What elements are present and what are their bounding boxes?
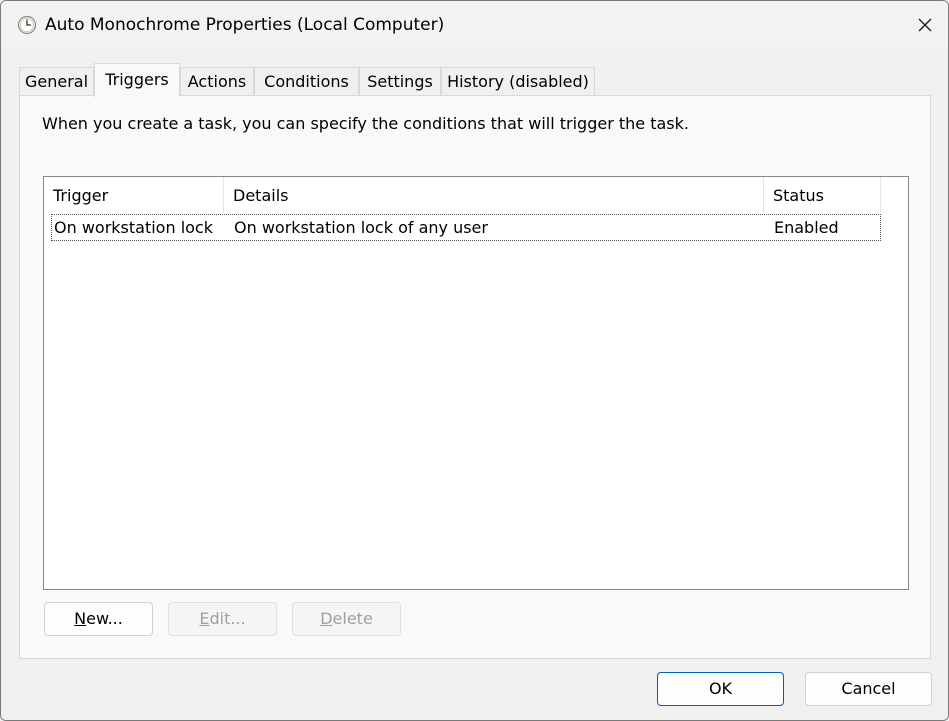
tab-triggers[interactable]: Triggers — [94, 63, 180, 97]
ok-button[interactable]: OK — [657, 672, 784, 706]
tab-history[interactable]: History (disabled) — [441, 67, 595, 96]
tab-conditions[interactable]: Conditions — [254, 67, 359, 96]
cell-trigger: On workstation lock — [54, 218, 213, 237]
column-header-status[interactable]: Status — [764, 177, 881, 213]
column-header-details[interactable]: Details — [224, 177, 764, 213]
dialog-footer: OK Cancel — [1, 660, 948, 720]
tab-general[interactable]: General — [19, 67, 94, 96]
cell-details: On workstation lock of any user — [234, 218, 488, 237]
triggers-panel: When you create a task, you can specify … — [19, 95, 931, 659]
new-label: ew... — [86, 609, 123, 628]
delete-label: elete — [332, 609, 373, 628]
window-title: Auto Monochrome Properties (Local Comput… — [45, 15, 445, 35]
edit-mnemonic: E — [199, 609, 210, 628]
cancel-button[interactable]: Cancel — [805, 672, 932, 706]
properties-dialog: Auto Monochrome Properties (Local Comput… — [0, 0, 949, 721]
tab-actions[interactable]: Actions — [180, 67, 254, 96]
table-row[interactable]: On workstation lock On workstation lock … — [51, 214, 881, 241]
title-bar[interactable]: Auto Monochrome Properties (Local Comput… — [1, 1, 948, 49]
new-mnemonic: N — [74, 609, 87, 628]
triggers-description: When you create a task, you can specify … — [42, 114, 689, 133]
tab-settings[interactable]: Settings — [359, 67, 441, 96]
triggers-list[interactable]: Trigger Details Status On workstation lo… — [43, 176, 909, 590]
close-icon — [918, 18, 932, 32]
cell-status: Enabled — [774, 218, 839, 237]
edit-trigger-button[interactable]: Edit... — [168, 602, 277, 636]
clock-icon — [17, 15, 37, 35]
delete-mnemonic: D — [320, 609, 333, 628]
column-header-trigger[interactable]: Trigger — [44, 177, 224, 213]
new-trigger-button[interactable]: New... — [44, 602, 153, 636]
edit-label: dit... — [209, 609, 246, 628]
delete-trigger-button[interactable]: Delete — [292, 602, 401, 636]
close-button[interactable] — [902, 1, 948, 49]
